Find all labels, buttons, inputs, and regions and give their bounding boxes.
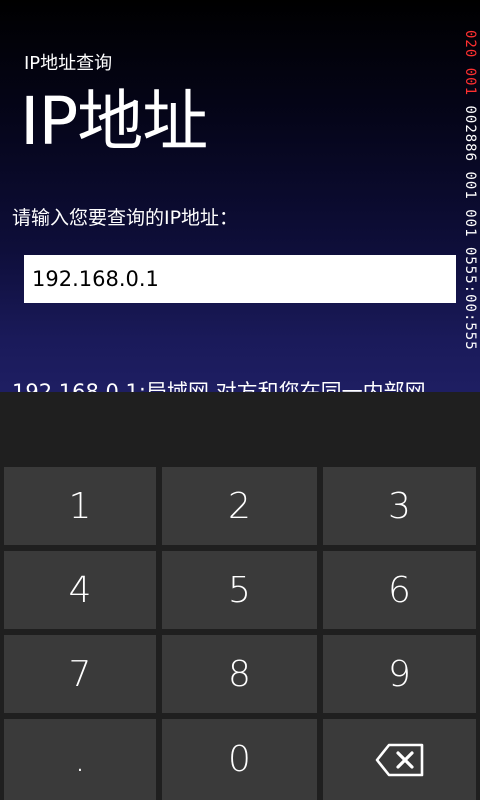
key-0[interactable]: 0: [162, 719, 317, 800]
ip-prompt-label: 请输入您要查询的IP地址：: [12, 207, 239, 229]
counter-part-6: 0555:00:555: [462, 246, 478, 351]
key-4[interactable]: 4: [4, 551, 156, 629]
key-5[interactable]: 5: [162, 551, 317, 629]
key-1[interactable]: 1: [4, 467, 156, 545]
app-caption: IP地址查询: [24, 53, 113, 74]
frame-rate-counter-text: 020 001 002886 001 001 0555:00:555: [462, 30, 478, 351]
key-6[interactable]: 6: [323, 551, 476, 629]
numeric-keyboard: 1 2 3 4 5 6 7 8 9 . 0: [0, 392, 480, 800]
counter-part-3: 002886: [462, 105, 478, 163]
counter-part-4: 001: [462, 171, 478, 200]
ip-address-input[interactable]: [24, 255, 456, 303]
screen: IP地址查询 IP地址 请输入您要查询的IP地址： 192.168.0.1:局域…: [0, 0, 480, 800]
backspace-icon: [375, 743, 425, 777]
key-9[interactable]: 9: [323, 635, 476, 713]
counter-part-5: 001: [462, 209, 478, 238]
counter-part-1: 020: [462, 30, 478, 59]
counter-part-2: 001: [462, 67, 478, 97]
key-decimal[interactable]: .: [4, 719, 156, 800]
frame-rate-counter: 020 001 002886 001 001 0555:00:555: [460, 0, 480, 392]
key-8[interactable]: 8: [162, 635, 317, 713]
key-3[interactable]: 3: [323, 467, 476, 545]
page-title: IP地址: [20, 83, 208, 160]
backspace-button[interactable]: [323, 719, 476, 800]
key-2[interactable]: 2: [162, 467, 317, 545]
key-7[interactable]: 7: [4, 635, 156, 713]
